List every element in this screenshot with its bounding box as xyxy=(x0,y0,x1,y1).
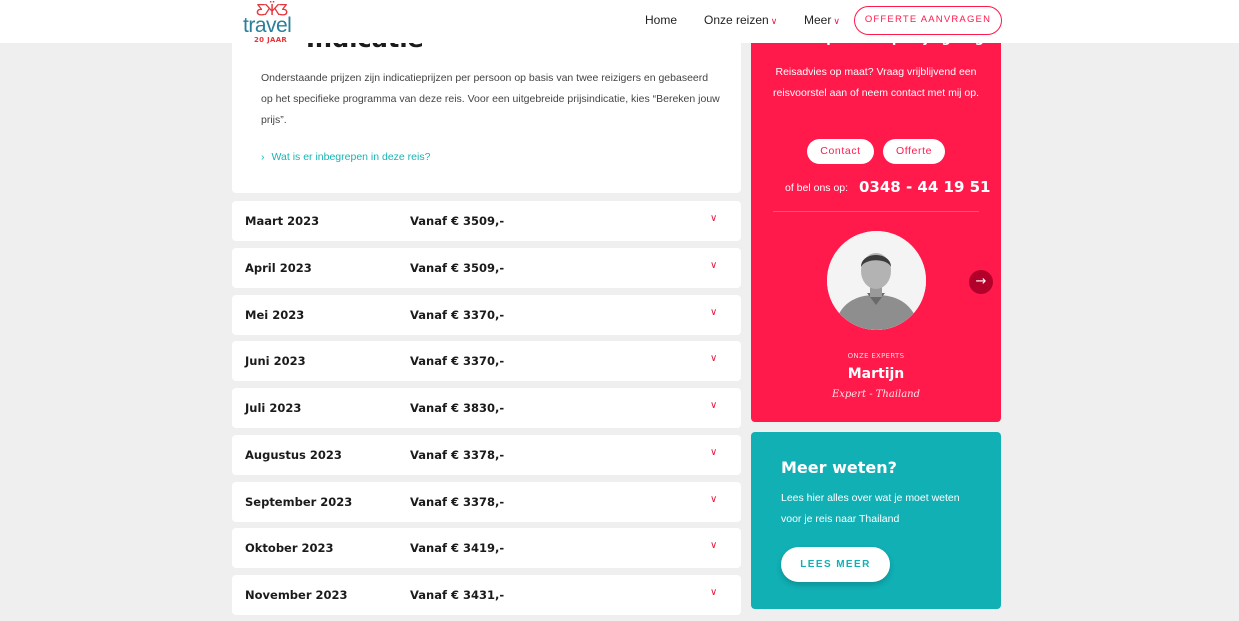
row-month: Oktober 2023 xyxy=(245,541,334,556)
included-link-label: Wat is er inbegrepen in deze reis? xyxy=(271,151,431,163)
nav-onze-reizen-label: Onze reizen xyxy=(704,13,769,27)
month-row[interactable]: Oktober 2023 Vanaf € 3419,- ∨ xyxy=(232,528,741,569)
chevron-down-icon[interactable]: ∨ xyxy=(710,494,717,505)
chevron-down-icon[interactable]: ∨ xyxy=(710,213,717,224)
divider xyxy=(773,211,979,212)
month-row[interactable]: Augustus 2023 Vanaf € 3378,- ∨ xyxy=(232,434,741,475)
avatar-portrait xyxy=(827,231,926,330)
chevron-down-icon[interactable]: ∨ xyxy=(710,587,717,598)
row-month: Juni 2023 xyxy=(245,354,306,369)
offerte-aanvragen-button[interactable]: OFFERTE AANVRAGEN xyxy=(854,6,1002,35)
meer-weten-panel: Meer weten? Lees hier alles over wat je … xyxy=(751,432,1001,609)
logo-anniversary: 20 JAAR xyxy=(254,36,288,44)
chevron-down-icon[interactable]: ∨ xyxy=(710,307,717,318)
nav-meer-label: Meer xyxy=(804,13,832,27)
month-row[interactable]: September 2023 Vanaf € 3378,- ∨ xyxy=(232,481,741,522)
month-row[interactable]: November 2023 Vanaf € 3431,- ∨ xyxy=(232,575,741,615)
chevron-down-icon[interactable]: ∨ xyxy=(710,260,717,271)
chevron-down-icon[interactable]: ∨ xyxy=(710,540,717,551)
logo-wordmark: travel xyxy=(243,14,292,37)
expert-panel: Onze experts helpen je graag Reisadvies … xyxy=(751,0,1001,422)
row-month: Mei 2023 xyxy=(245,307,305,322)
meer-text: Lees hier alles over wat je moet weten v… xyxy=(781,492,960,525)
expert-text: Reisadvies op maat? Vraag vrijblijvend e… xyxy=(773,66,980,99)
month-row[interactable]: Mei 2023 Vanaf € 3370,- ∨ xyxy=(232,294,741,335)
phone-number[interactable]: 0348 - 44 19 51 xyxy=(859,178,990,196)
row-price: Vanaf € 3830,- xyxy=(410,401,505,415)
month-row[interactable]: Maart 2023 Vanaf € 3509,- ∨ xyxy=(232,201,741,241)
row-month: Augustus 2023 xyxy=(245,447,342,462)
month-price-list: Maart 2023 Vanaf € 3509,- ∨ April 2023 Vana… xyxy=(232,201,741,621)
chevron-down-icon[interactable]: ∨ xyxy=(710,353,717,364)
row-price: Vanaf € 3509,- xyxy=(410,214,505,228)
row-month: Juli 2023 xyxy=(245,401,302,415)
travel-logo[interactable]: ƸӜƷ travel 20 JAAR xyxy=(243,2,303,44)
nav-onze-reizen[interactable]: Onze reizen ∨ xyxy=(704,13,777,27)
phone-label: of bel ons op: xyxy=(785,182,849,194)
nav-home-label: Home xyxy=(645,13,678,27)
month-row[interactable]: April 2023 Vanaf € 3509,- ∨ xyxy=(232,247,741,288)
included-link[interactable]: › Wat is er inbegrepen in deze reis? xyxy=(261,151,430,163)
row-price: Vanaf € 3509,- xyxy=(410,260,505,275)
chevron-right-icon: › xyxy=(261,151,265,163)
contact-button[interactable]: Contact xyxy=(807,139,874,164)
month-row[interactable]: Juni 2023 Vanaf € 3370,- ∨ xyxy=(232,341,741,382)
chevron-down-icon[interactable]: ∨ xyxy=(710,400,717,411)
site-header: ƸӜƷ travel 20 JAAR Home Onze reizen ∨ Mee… xyxy=(0,0,1239,44)
row-month: Maart 2023 xyxy=(245,214,320,228)
expert-role: Expert - Thailand xyxy=(831,389,921,400)
expert-kicker: ONZE EXPERTS xyxy=(847,352,905,360)
chevron-down-icon: ∨ xyxy=(770,16,778,26)
row-price: Vanaf € 3419,- xyxy=(410,541,505,556)
expert-name: Martijn xyxy=(847,366,905,382)
row-month: April 2023 xyxy=(245,260,312,275)
row-price: Vanaf € 3378,- xyxy=(410,494,505,509)
offerte-button[interactable]: Offerte xyxy=(883,139,945,164)
meer-title: Meer weten? xyxy=(781,458,897,477)
month-row[interactable]: Juli 2023 Vanaf € 3830,- ∨ xyxy=(232,388,741,428)
row-month: September 2023 xyxy=(245,494,353,509)
avatar xyxy=(827,231,926,330)
chevron-down-icon[interactable]: ∨ xyxy=(710,447,717,458)
row-price: Vanaf € 3370,- xyxy=(410,354,505,369)
arrow-right-icon[interactable]: → xyxy=(969,270,993,294)
nav-home[interactable]: Home xyxy=(645,13,677,27)
chevron-down-icon: ∨ xyxy=(833,16,840,26)
intro-text: Onderstaande prijzen zijn indicatieprijz… xyxy=(261,72,720,126)
lees-meer-button[interactable]: LEES MEER xyxy=(781,547,890,582)
row-price: Vanaf € 3370,- xyxy=(410,307,505,322)
row-price: Vanaf € 3378,- xyxy=(410,447,505,462)
nav-meer[interactable]: Meer ∨ xyxy=(804,13,840,27)
row-price: Vanaf € 3431,- xyxy=(410,588,505,602)
row-month: November 2023 xyxy=(245,588,348,602)
